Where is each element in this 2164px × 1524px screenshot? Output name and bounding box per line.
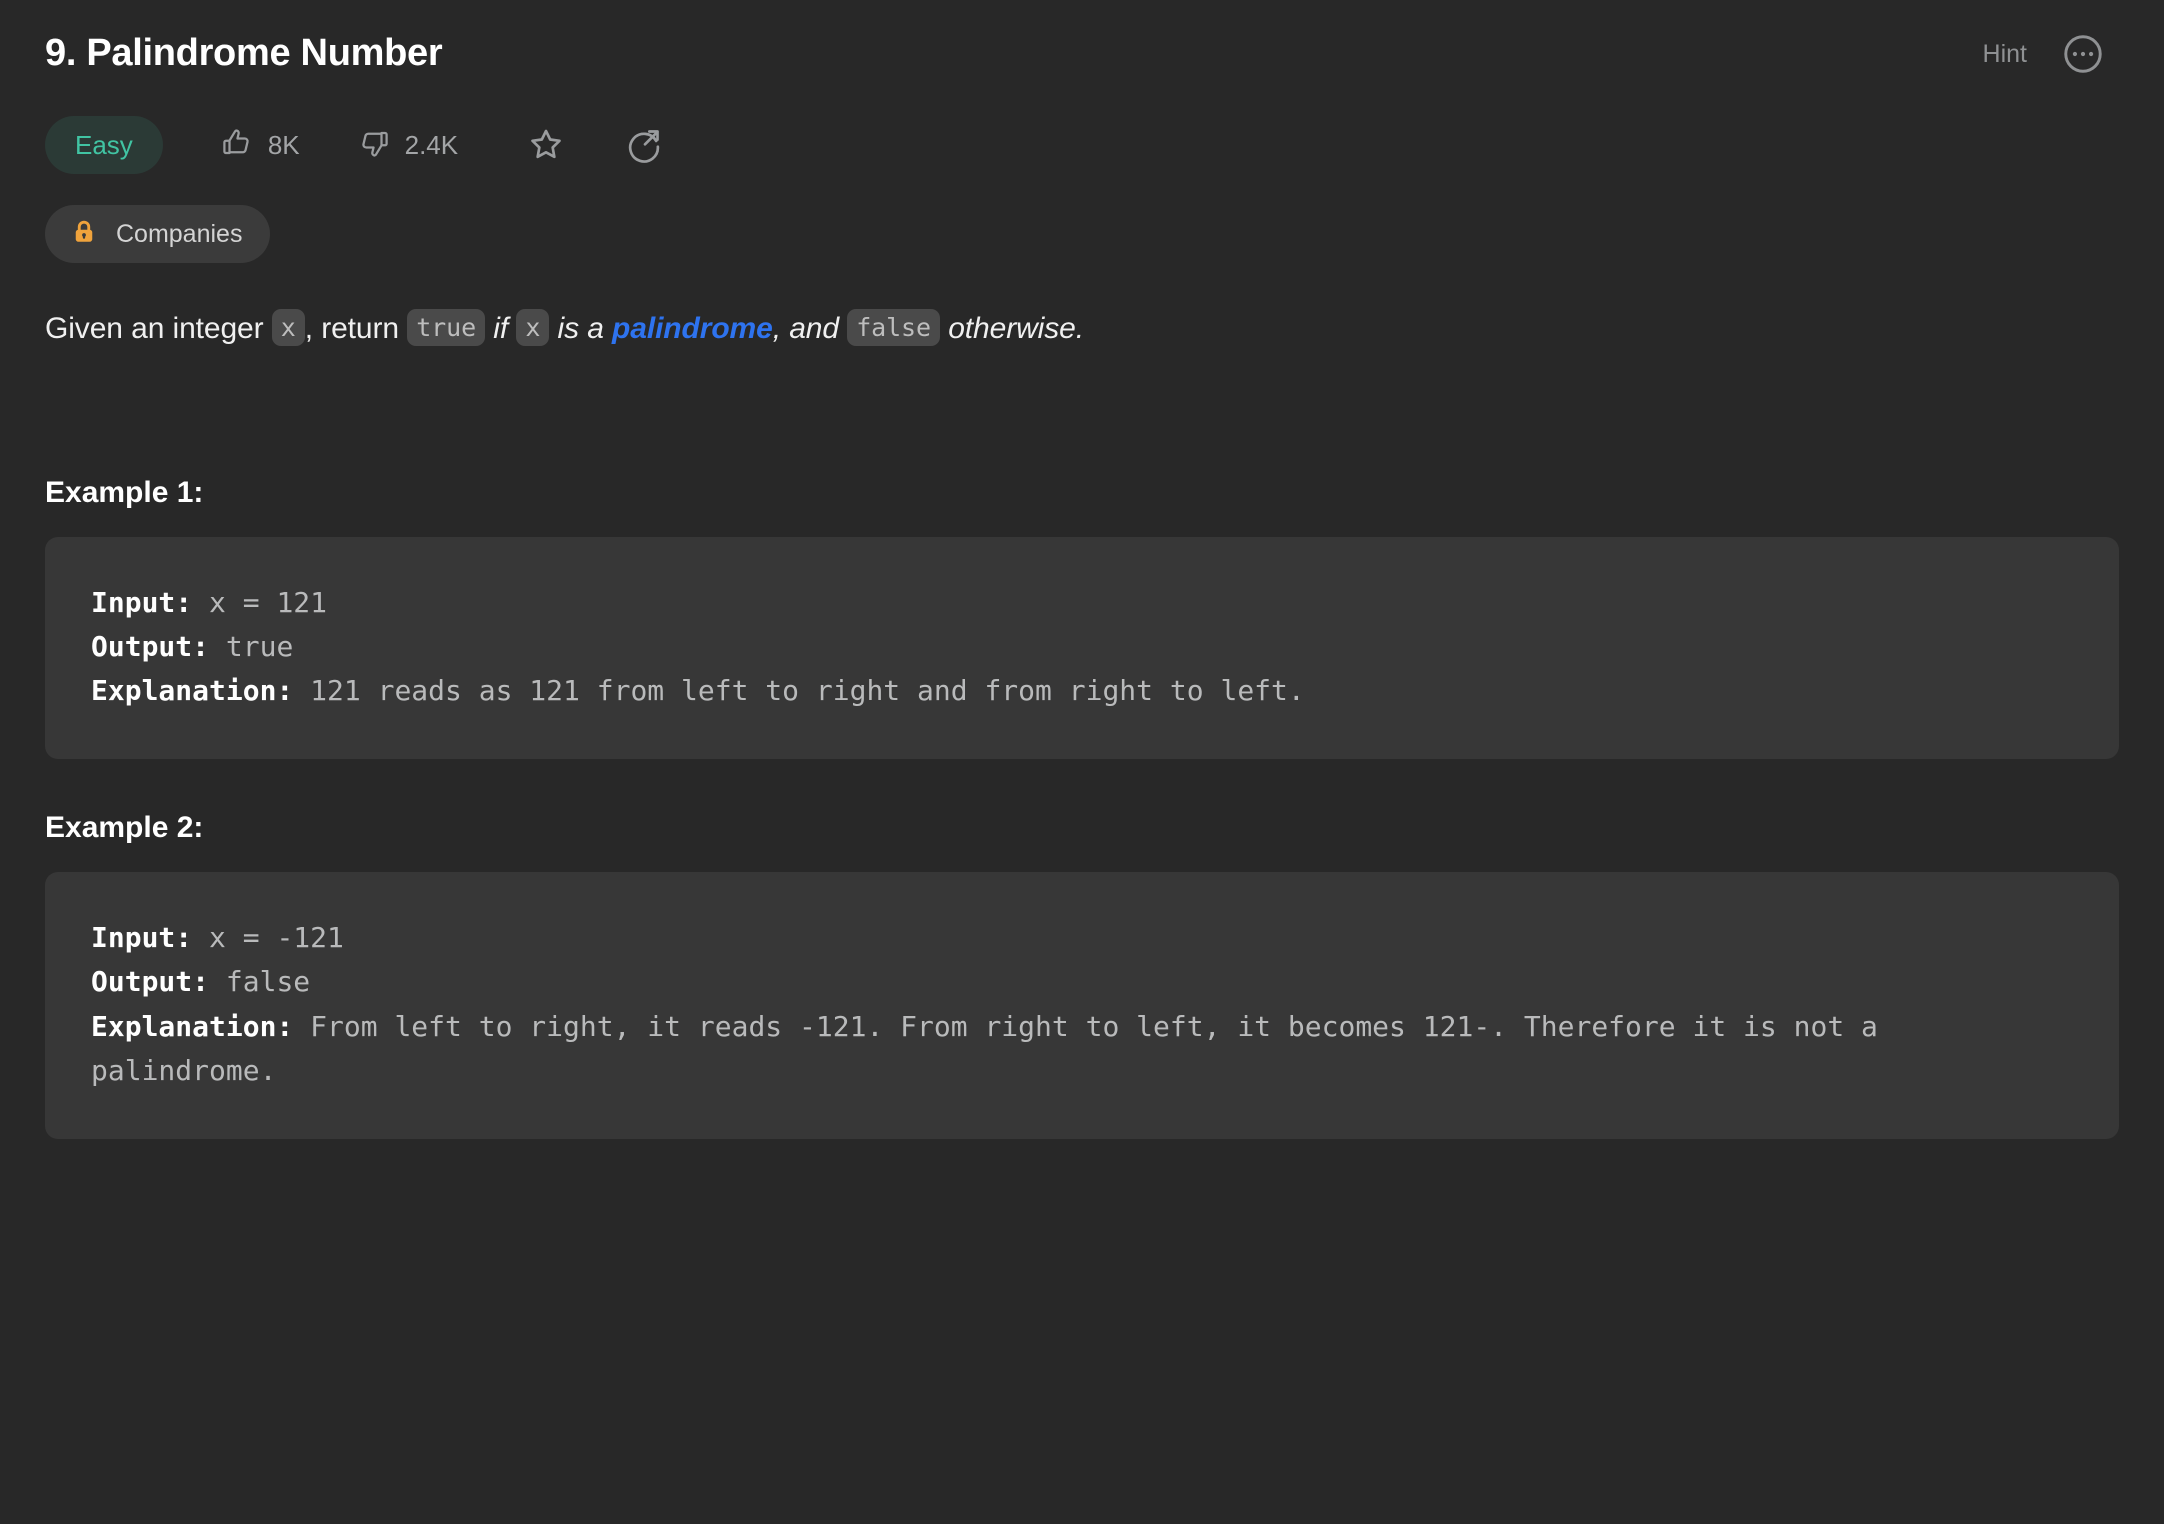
page-title: 9. Palindrome Number [45, 32, 443, 75]
thumbs-down-icon [356, 125, 392, 166]
companies-chip[interactable]: Companies [45, 205, 271, 263]
example-1-output-line: Output: true [91, 625, 2073, 669]
example-1-code-block: Input: x = 121 Output: true Explanation:… [45, 536, 2119, 760]
explanation-label: Explanation: [91, 673, 294, 707]
output-value: true [209, 629, 294, 663]
ellipsis-circle-icon[interactable] [2061, 32, 2105, 76]
input-value: x = -121 [192, 921, 344, 955]
thumbs-up-icon [219, 125, 255, 166]
downvote-button[interactable]: 2.4K [356, 125, 459, 166]
example-2-input-line: Input: x = -121 [91, 916, 2073, 960]
share-circle-icon[interactable] [624, 125, 664, 165]
example-1-explanation-line: Explanation: 121 reads as 121 from left … [91, 669, 2073, 713]
difficulty-badge[interactable]: Easy [45, 116, 163, 174]
example-2-code-block: Input: x = -121 Output: false Explanatio… [45, 872, 2119, 1140]
output-value: false [209, 965, 311, 999]
example-2-explanation-line: Explanation: From left to right, it read… [91, 1005, 2073, 1093]
problem-statement: Given an integer x, return true if x is … [45, 307, 2119, 351]
input-value: x = 121 [192, 585, 328, 619]
inline-code-true: true [407, 309, 486, 347]
example-1-heading: Example 1: [45, 475, 204, 509]
problem-description-panel: 9. Palindrome Number Hint Easy 8K 2.4K C… [0, 0, 2164, 1524]
star-icon[interactable] [526, 125, 566, 165]
explanation-value: 121 reads as 121 from left to right and … [293, 673, 1305, 707]
statement-text-5: , and [772, 312, 848, 345]
upvote-count: 8K [267, 129, 300, 160]
output-label: Output: [91, 629, 210, 663]
upvote-button[interactable]: 8K [219, 125, 300, 166]
explanation-value: From left to right, it reads -121. From … [91, 1009, 1878, 1087]
problem-header: 9. Palindrome Number Hint [45, 0, 2119, 86]
inline-code-false: false [847, 309, 940, 347]
explanation-label: Explanation: [91, 1009, 294, 1043]
palindrome-link[interactable]: palindrome [612, 312, 773, 345]
statement-text-6: otherwise. [939, 312, 1084, 345]
output-label: Output: [91, 965, 210, 999]
downvote-count: 2.4K [404, 129, 459, 160]
example-1-input-line: Input: x = 121 [91, 581, 2073, 625]
lock-icon [69, 217, 99, 252]
input-label: Input: [91, 585, 193, 619]
statement-text-1: Given an integer [45, 312, 272, 345]
example-2-output-line: Output: false [91, 960, 2073, 1004]
input-label: Input: [91, 921, 193, 955]
header-actions: Hint [1983, 32, 2119, 76]
inline-code-x-1: x [271, 309, 305, 347]
companies-label: Companies [116, 219, 243, 248]
statement-text-3: if [485, 312, 517, 345]
problem-meta-row: Easy 8K 2.4K [45, 114, 2119, 176]
statement-text-2: , return [304, 312, 408, 345]
example-2-heading: Example 2: [45, 811, 204, 845]
statement-text-4: is a [549, 312, 613, 345]
inline-code-x-2: x [516, 309, 550, 347]
hint-button[interactable]: Hint [1983, 40, 2027, 69]
